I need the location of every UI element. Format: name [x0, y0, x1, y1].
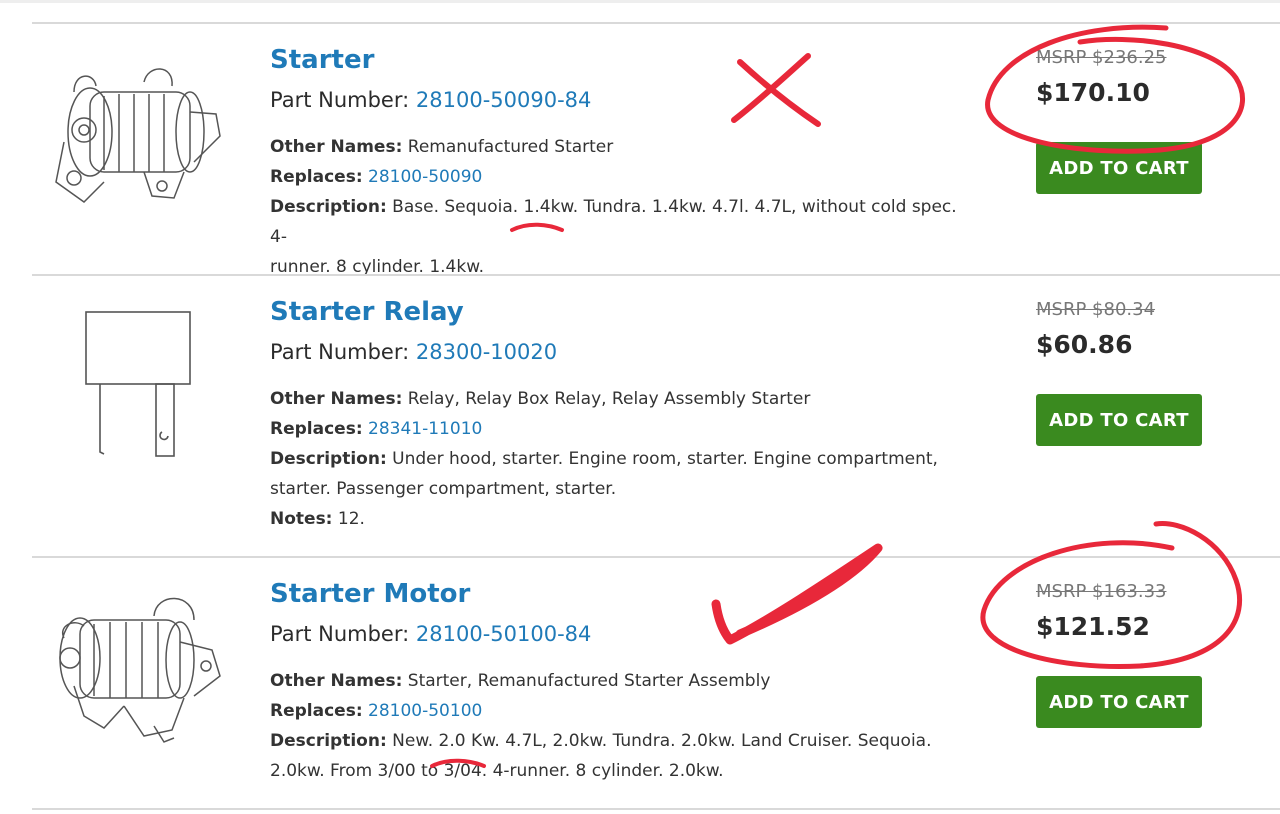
add-to-cart-button[interactable]: ADD TO CART	[1036, 676, 1202, 728]
msrp-price: MSRP $236.25	[1036, 47, 1167, 68]
description: Description: Under hood, starter. Engine…	[270, 444, 970, 474]
part-number-label: Part Number:	[270, 622, 410, 646]
description: Description: New. 2.0 Kw. 4.7L, 2.0kw. T…	[270, 726, 970, 756]
product-details: Other Names: Starter, Remanufactured Sta…	[270, 666, 970, 786]
part-number-link[interactable]: 28300-10020	[416, 340, 557, 364]
relay-image[interactable]	[44, 308, 230, 468]
product-info: Starter Motor Part Number: 28100-50100-8…	[270, 578, 970, 786]
price-block: MSRP $163.33 $121.52 ADD TO CART	[1036, 580, 1266, 728]
part-number: Part Number: 28100-50100-84	[270, 620, 970, 648]
top-edge	[0, 0, 1280, 3]
notes: Notes: 12.	[270, 504, 970, 534]
description-line1: Under hood, starter. Engine room, starte…	[392, 449, 938, 469]
part-number-label: Part Number:	[270, 88, 410, 112]
description-label: Description:	[270, 197, 387, 217]
part-number-label: Part Number:	[270, 340, 410, 364]
replaces: Replaces: 28341-11010	[270, 414, 970, 444]
replaces-link[interactable]: 28100-50100	[368, 701, 482, 721]
product-title[interactable]: Starter Relay	[270, 296, 970, 328]
other-names: Other Names: Remanufactured Starter	[270, 132, 970, 162]
other-names: Other Names: Relay, Relay Box Relay, Rel…	[270, 384, 970, 414]
msrp-price: MSRP $163.33	[1036, 581, 1167, 602]
product-title[interactable]: Starter	[270, 44, 970, 76]
other-names: Other Names: Starter, Remanufactured Sta…	[270, 666, 970, 696]
replaces-label: Replaces:	[270, 419, 363, 439]
other-names-value: Starter, Remanufactured Starter Assembly	[407, 671, 771, 691]
description-line1: New. 2.0 Kw. 4.7L, 2.0kw. Tundra. 2.0kw.…	[392, 731, 932, 751]
replaces-label: Replaces:	[270, 701, 363, 721]
add-to-cart-button[interactable]: ADD TO CART	[1036, 394, 1202, 446]
product-title[interactable]: Starter Motor	[270, 578, 970, 610]
replaces-link[interactable]: 28341-11010	[368, 419, 482, 439]
add-to-cart-button[interactable]: ADD TO CART	[1036, 142, 1202, 194]
sale-price: $60.86	[1036, 330, 1133, 359]
product-details: Other Names: Remanufactured Starter Repl…	[270, 132, 970, 282]
description-cont: 2.0kw. From 3/00 to 3/04. 4-runner. 8 cy…	[270, 761, 724, 781]
other-names-label: Other Names:	[270, 671, 403, 691]
price-block: MSRP $80.34 $60.86 ADD TO CART	[1036, 298, 1266, 446]
part-number-link[interactable]: 28100-50100-84	[416, 622, 592, 646]
description-label: Description:	[270, 731, 387, 751]
notes-label: Notes:	[270, 509, 333, 529]
product-details: Other Names: Relay, Relay Box Relay, Rel…	[270, 384, 970, 534]
product-info: Starter Part Number: 28100-50090-84 Othe…	[270, 44, 970, 282]
relay-icon	[85, 311, 191, 457]
product-row-starter-motor: Starter Motor Part Number: 28100-50100-8…	[0, 558, 1280, 808]
replaces: Replaces: 28100-50090	[270, 162, 970, 192]
starter-icon	[55, 68, 221, 203]
description-cont: starter. Passenger compartment, starter.	[270, 479, 617, 499]
description-label: Description:	[270, 449, 387, 469]
starter-image[interactable]	[44, 52, 230, 212]
notes-value: 12.	[337, 509, 365, 529]
product-info: Starter Relay Part Number: 28300-10020 O…	[270, 296, 970, 534]
part-number: Part Number: 28300-10020	[270, 338, 970, 366]
part-number-link[interactable]: 28100-50090-84	[416, 88, 592, 112]
other-names-value: Remanufactured Starter	[407, 137, 614, 157]
other-names-value: Relay, Relay Box Relay, Relay Assembly S…	[407, 389, 811, 409]
starter-motor-icon	[59, 597, 221, 743]
price-block: MSRP $236.25 $170.10 ADD TO CART	[1036, 46, 1266, 194]
sale-price: $170.10	[1036, 78, 1150, 107]
other-names-label: Other Names:	[270, 389, 403, 409]
other-names-label: Other Names:	[270, 137, 403, 157]
replaces-link[interactable]: 28100-50090	[368, 167, 482, 187]
row-divider	[32, 808, 1280, 810]
product-row-starter-relay: Starter Relay Part Number: 28300-10020 O…	[0, 276, 1280, 556]
replaces: Replaces: 28100-50100	[270, 696, 970, 726]
msrp-price: MSRP $80.34	[1036, 299, 1156, 320]
starter-motor-image[interactable]	[44, 586, 230, 746]
replaces-label: Replaces:	[270, 167, 363, 187]
part-number: Part Number: 28100-50090-84	[270, 86, 970, 114]
description: Description: Base. Sequoia. 1.4kw. Tundr…	[270, 192, 970, 252]
product-row-starter: Starter Part Number: 28100-50090-84 Othe…	[0, 24, 1280, 277]
sale-price: $121.52	[1036, 612, 1150, 641]
